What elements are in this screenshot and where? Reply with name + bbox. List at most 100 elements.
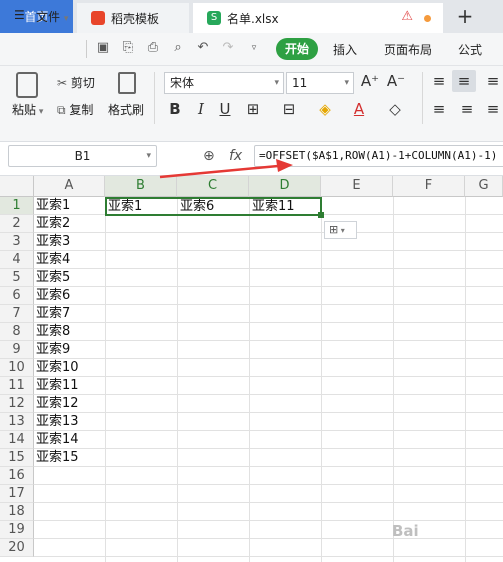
align-right-icon[interactable]: ≡	[484, 100, 502, 118]
copy-button[interactable]: ⧉ 复制	[57, 101, 93, 118]
redo-icon[interactable]: ↷	[220, 40, 236, 56]
grid-line	[34, 484, 503, 485]
column-header-b[interactable]: B	[105, 176, 177, 197]
row-header-8[interactable]: 8	[0, 323, 34, 341]
cell-a12[interactable]: 亚索12	[36, 395, 79, 413]
column-header-d[interactable]: D	[249, 176, 321, 197]
quick-access-dropdown-icon[interactable]: ▿	[246, 40, 262, 56]
zoom-search-icon[interactable]: ⊕	[203, 148, 215, 164]
tab-start[interactable]: 开始	[276, 38, 318, 60]
bold-button[interactable]: B	[166, 100, 184, 118]
row-header-7[interactable]: 7	[0, 305, 34, 323]
fill-color-icon[interactable]: ◈	[316, 100, 334, 118]
undo-icon[interactable]: ↶	[195, 40, 211, 56]
column-header-g[interactable]: G	[465, 176, 503, 197]
formula-input[interactable]: =OFFSET($A$1,ROW(A1)-1+COLUMN(A1)-1)	[254, 145, 503, 167]
row-header-16[interactable]: 16	[0, 467, 34, 485]
hamburger-icon[interactable]: ☰	[14, 8, 25, 22]
tab-template[interactable]: 稻壳模板	[77, 3, 189, 33]
underline-button[interactable]: U	[216, 100, 234, 118]
fx-button[interactable]: fx	[229, 148, 242, 164]
row-header-13[interactable]: 13	[0, 413, 34, 431]
column-header-e[interactable]: E	[321, 176, 393, 197]
paste-button[interactable]: 粘贴 ▾	[12, 101, 43, 118]
row-header-1[interactable]: 1	[0, 197, 34, 215]
row-header-15[interactable]: 15	[0, 449, 34, 467]
new-tab-button[interactable]: +	[450, 0, 480, 33]
row-header-14[interactable]: 14	[0, 431, 34, 449]
align-middle-icon: ≡	[457, 72, 471, 90]
tab-formula[interactable]: 公式	[458, 41, 482, 58]
font-color-icon[interactable]: A	[350, 100, 368, 118]
row-header-20[interactable]: 20	[0, 539, 34, 557]
eraser-icon[interactable]: ◇	[386, 100, 404, 118]
format-painter-icon[interactable]	[118, 72, 136, 94]
name-box[interactable]: B1 ▾	[8, 145, 157, 167]
cell-a4[interactable]: 亚索4	[36, 251, 70, 269]
cell-a9[interactable]: 亚索9	[36, 341, 70, 359]
row-header-17[interactable]: 17	[0, 485, 34, 503]
cell-a6[interactable]: 亚索6	[36, 287, 70, 305]
cell-a8[interactable]: 亚索8	[36, 323, 70, 341]
tab-insert[interactable]: 插入	[333, 41, 357, 58]
tab-file[interactable]: S 名单.xlsx ⚠	[193, 3, 443, 33]
row-header-2[interactable]: 2	[0, 215, 34, 233]
row-header-4[interactable]: 4	[0, 251, 34, 269]
select-all-corner[interactable]	[0, 176, 34, 197]
paste-options-icon: ⊞	[329, 223, 339, 236]
row-header-3[interactable]: 3	[0, 233, 34, 251]
row-header-6[interactable]: 6	[0, 287, 34, 305]
cell-a1[interactable]: 亚索1	[36, 197, 70, 215]
save-icon[interactable]: ▣	[95, 40, 111, 56]
tab-page-layout[interactable]: 页面布局	[384, 41, 432, 58]
row-header-11[interactable]: 11	[0, 377, 34, 395]
font-name-select[interactable]: 宋体 ▾	[164, 72, 284, 94]
print-icon[interactable]: ⎙	[145, 40, 161, 56]
cell-a13[interactable]: 亚索13	[36, 413, 79, 431]
fill-handle[interactable]	[318, 212, 324, 218]
align-bottom-icon[interactable]: ≡	[484, 72, 502, 90]
cell-a3[interactable]: 亚索3	[36, 233, 70, 251]
export-icon[interactable]: ⎘	[120, 40, 136, 56]
file-menu[interactable]: 文件 ▾	[36, 8, 68, 25]
italic-button[interactable]: I	[192, 100, 210, 118]
paste-icon[interactable]	[16, 72, 38, 98]
border-icon[interactable]: ⊞	[244, 100, 262, 118]
row-header-9[interactable]: 9	[0, 341, 34, 359]
copy-icon: ⧉	[57, 103, 70, 117]
warning-icon[interactable]: ⚠	[401, 9, 413, 24]
preview-icon[interactable]: ⌕	[170, 40, 186, 56]
scissors-icon: ✂	[57, 76, 71, 90]
font-size-select[interactable]: 11 ▾	[286, 72, 354, 94]
cell-a11[interactable]: 亚索11	[36, 377, 79, 395]
cell-a5[interactable]: 亚索5	[36, 269, 70, 287]
paste-options-button[interactable]: ⊞ ▾	[324, 221, 357, 239]
format-painter-button[interactable]: 格式刷	[108, 101, 144, 118]
align-left-icon[interactable]: ≡	[430, 100, 448, 118]
cell-a2[interactable]: 亚索2	[36, 215, 70, 233]
grow-font-button[interactable]: A⁺	[360, 72, 380, 90]
row-header-10[interactable]: 10	[0, 359, 34, 377]
cell-a7[interactable]: 亚索7	[36, 305, 70, 323]
watermark-logo: Bai	[392, 522, 419, 540]
shrink-font-button[interactable]: A⁻	[386, 72, 406, 90]
cell-a15[interactable]: 亚索15	[36, 449, 79, 467]
cut-button[interactable]: ✂ 剪切	[57, 74, 95, 91]
column-header-f[interactable]: F	[393, 176, 465, 197]
align-center-icon[interactable]: ≡	[458, 100, 476, 118]
row-header-19[interactable]: 19	[0, 521, 34, 539]
cell-a10[interactable]: 亚索10	[36, 359, 79, 377]
column-header-a[interactable]: A	[34, 176, 105, 197]
spreadsheet-icon: S	[207, 11, 221, 25]
merge-icon[interactable]: ⊟	[280, 100, 298, 118]
column-header-c[interactable]: C	[177, 176, 249, 197]
grid-line	[34, 250, 503, 251]
cell-a14[interactable]: 亚索14	[36, 431, 79, 449]
row-header-12[interactable]: 12	[0, 395, 34, 413]
align-top-icon[interactable]: ≡	[430, 72, 448, 90]
row-header-5[interactable]: 5	[0, 269, 34, 287]
unsaved-dot-icon	[424, 15, 431, 22]
grid-line	[321, 197, 322, 562]
grid-line	[34, 466, 503, 467]
row-header-18[interactable]: 18	[0, 503, 34, 521]
